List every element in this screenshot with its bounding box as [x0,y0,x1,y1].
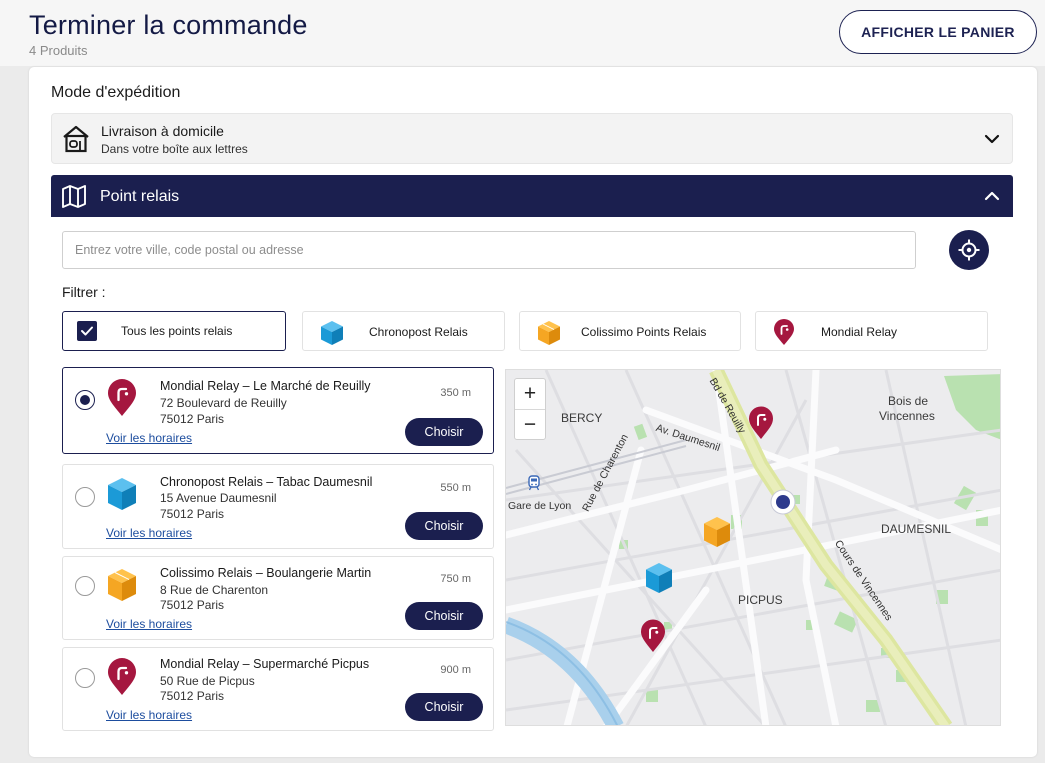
map-label-gare-de-lyon: Gare de Lyon [508,500,572,512]
relay-item[interactable]: Chronopost Relais – Tabac Daumesnil 15 A… [62,464,494,549]
relay-distance: 550 m [440,482,471,494]
choose-button[interactable]: Choisir [405,512,483,540]
relay-item[interactable]: Mondial Relay – Supermarché Picpus 50 Ru… [62,647,494,731]
mondial-relay-pin-icon [774,319,794,345]
relay-point-title: Point relais [100,188,180,205]
filter-chronopost-label: Chronopost Relais [369,325,468,339]
relay-address: 72 Boulevard de Reuilly [160,396,287,410]
colissimo-cube-icon[interactable] [703,516,731,548]
map-label-bois-2: Vincennes [879,409,935,423]
check-icon [81,326,93,336]
home-delivery-title: Livraison à domicile [101,123,224,139]
radio-unselected[interactable] [75,668,95,688]
relay-point-header[interactable]: Point relais [51,175,1013,217]
relay-city: 75012 Paris [160,412,225,426]
product-count: 4 Produits [29,43,88,58]
colissimo-cube-icon [538,321,560,345]
relay-address: 50 Rue de Picpus [160,674,255,688]
zoom-in-button[interactable]: + [515,379,545,409]
filter-label: Filtrer : [62,284,106,300]
choose-button[interactable]: Choisir [405,418,483,446]
mondial-relay-pin-icon [108,658,136,695]
filter-colissimo-label: Colissimo Points Relais [581,325,707,339]
choose-button[interactable]: Choisir [405,602,483,630]
relay-map[interactable]: + − BERCY Bois de Vincennes DAUMESNIL PI… [505,369,1001,726]
relay-city: 75012 Paris [160,598,225,612]
map-label-bois-1: Bois de [888,394,929,408]
user-location-icon [770,489,796,515]
relay-address: 8 Rue de Charenton [160,583,269,597]
filter-chronopost[interactable]: Chronopost Relais [302,311,505,351]
mondial-relay-pin-icon [108,379,136,416]
radio-unselected[interactable] [75,576,95,596]
view-hours-link[interactable]: Voir les horaires [106,617,192,631]
relay-distance: 350 m [440,387,471,399]
page-title: Terminer la commande [29,10,308,40]
relay-name: Colissimo Relais – Boulangerie Martin [160,566,372,580]
shipping-section-title: Mode d'expédition [51,84,181,101]
radio-unselected[interactable] [75,487,95,507]
relay-city: 75012 Paris [160,689,225,703]
map-icon [62,185,86,208]
show-cart-button[interactable]: AFFICHER LE PANIER [839,10,1037,54]
filter-mondial-relay[interactable]: Mondial Relay [755,311,988,351]
radio-selected[interactable] [75,390,95,410]
view-hours-link[interactable]: Voir les horaires [106,431,192,445]
chronopost-cube-icon [108,478,136,510]
map-label-bercy: BERCY [561,411,603,425]
map-label-picpus: PICPUS [738,593,783,607]
home-delivery-option[interactable]: Livraison à domicile Dans votre boîte au… [51,113,1013,164]
shipping-card: Mode d'expédition Livraison à domicile D… [29,67,1037,757]
relay-city: 75012 Paris [160,507,225,521]
address-search-input[interactable] [62,231,916,269]
relay-name: Mondial Relay – Le Marché de Reuilly [160,379,371,393]
checkbox-checked[interactable] [77,321,97,341]
chevron-up-icon [984,191,1000,201]
colissimo-cube-icon [108,569,136,601]
crosshair-icon [958,239,980,261]
relay-distance: 900 m [440,664,471,676]
home-delivery-subtitle: Dans votre boîte aux lettres [101,142,248,156]
relay-distance: 750 m [440,573,471,585]
relay-name: Chronopost Relais – Tabac Daumesnil [160,475,373,489]
geolocate-button[interactable] [949,230,989,270]
choose-button[interactable]: Choisir [405,693,483,721]
relay-item[interactable]: Colissimo Relais – Boulangerie Martin 8 … [62,556,494,640]
mondial-relay-pin-icon[interactable] [748,406,774,440]
view-hours-link[interactable]: Voir les horaires [106,526,192,540]
filter-all-relays[interactable]: Tous les points relais [62,311,286,351]
filter-mondial-label: Mondial Relay [821,325,898,339]
map-label-daumesnil: DAUMESNIL [881,522,952,536]
zoom-out-button[interactable]: − [515,410,545,440]
relay-point-panel: Point relais Filtrer : [51,175,1013,757]
relay-item[interactable]: Mondial Relay – Le Marché de Reuilly 72 … [62,367,494,454]
chevron-down-icon [984,134,1000,144]
filter-all-label: Tous les points relais [121,324,233,338]
page-header: Terminer la commande 4 Produits AFFICHER… [0,0,1045,66]
home-icon [63,125,89,153]
mondial-relay-pin-icon[interactable] [640,619,666,653]
chronopost-cube-icon [321,321,343,345]
relay-address: 15 Avenue Daumesnil [160,491,277,505]
metro-icon [528,475,540,491]
chronopost-cube-icon[interactable] [645,562,673,594]
relay-name: Mondial Relay – Supermarché Picpus [160,657,370,671]
view-hours-link[interactable]: Voir les horaires [106,708,192,722]
zoom-controls: + − [514,378,546,440]
filter-colissimo[interactable]: Colissimo Points Relais [519,311,741,351]
